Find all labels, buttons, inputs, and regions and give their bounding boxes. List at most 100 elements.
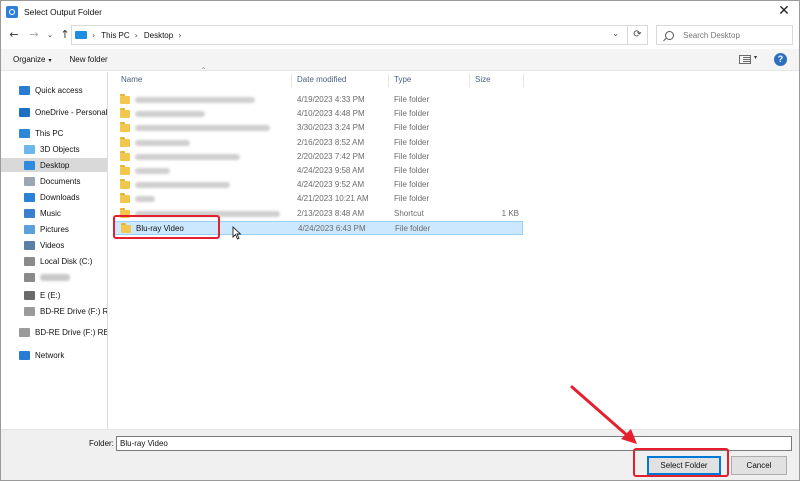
sidebar-item-label: Network <box>35 350 65 360</box>
folder-icon <box>120 94 130 104</box>
view-caret-icon[interactable]: ▾ <box>754 54 757 61</box>
sidebar-item-label: Pictures <box>40 224 69 234</box>
new-folder-button[interactable]: New folder <box>69 55 107 64</box>
sidebar-item[interactable] <box>1 270 107 284</box>
redacted-file-name <box>135 168 170 174</box>
folder-icon <box>120 150 130 161</box>
redacted-file-name <box>135 125 270 132</box>
sidebar-item-label: BD-RE Drive (F:) RESI <box>40 306 108 316</box>
breadcrumb-this-pc[interactable]: This PC <box>101 31 129 40</box>
file-row[interactable]: 4/21/2023 10:21 AM File folder <box>113 192 523 206</box>
folder-icon <box>120 122 130 133</box>
column-divider[interactable] <box>388 74 389 87</box>
back-arrow-icon[interactable]: ← <box>6 26 22 44</box>
file-type: File folder <box>395 223 431 233</box>
file-row[interactable]: 2/16/2023 8:52 AM File folder <box>113 136 523 150</box>
annotation-highlight-select-button <box>633 448 729 477</box>
view-options-icon[interactable] <box>739 55 751 64</box>
this-pc-icon <box>75 31 87 39</box>
chevron-right-icon[interactable]: › <box>135 31 138 40</box>
recent-locations-icon[interactable]: ⌄ <box>45 26 55 44</box>
file-row[interactable]: 3/30/2023 3:24 PM File folder <box>113 121 523 135</box>
file-type: File folder <box>394 151 430 161</box>
sidebar-item[interactable]: 3D Objects <box>1 142 107 156</box>
chevron-right-icon[interactable]: › <box>92 31 95 40</box>
sidebar-item-label: Videos <box>40 240 65 250</box>
sidebar-item-label: Quick access <box>35 85 83 95</box>
column-header-type[interactable]: Type <box>394 72 411 88</box>
sidebar-item[interactable]: OneDrive - Personal <box>1 105 107 119</box>
sidebar-item[interactable]: Music <box>1 206 107 220</box>
disc-icon <box>19 327 30 337</box>
sidebar-item[interactable]: Pictures <box>1 222 107 236</box>
sidebar-item[interactable]: Local Disk (C:) <box>1 254 107 268</box>
address-bar[interactable]: › This PC › Desktop › ⌄ ⟳ <box>71 25 648 45</box>
file-row[interactable]: 4/24/2023 9:52 AM File folder <box>113 178 523 192</box>
file-row[interactable]: 4/24/2023 9:58 AM File folder <box>113 164 523 178</box>
search-input[interactable] <box>683 30 783 40</box>
sidebar-item-label: Documents <box>40 176 81 186</box>
cancel-button[interactable]: Cancel <box>731 456 787 475</box>
redacted-file-name <box>135 111 205 118</box>
column-divider[interactable] <box>291 74 292 87</box>
select-output-folder-dialog: Select Output Folder ✕ ← → ⌄ ↑ › This PC… <box>0 0 800 481</box>
sidebar-item[interactable]: Downloads <box>1 190 107 204</box>
file-date-modified: 4/24/2023 9:58 AM <box>297 166 365 175</box>
file-list[interactable]: Name Date modified Type Size ^ 4/19/2023… <box>109 67 799 429</box>
search-box[interactable] <box>656 25 793 45</box>
sidebar-item[interactable]: Videos <box>1 238 107 252</box>
cube-icon <box>24 144 35 154</box>
sidebar-item[interactable]: E (E:) <box>1 288 107 302</box>
file-row[interactable]: 4/10/2023 4:48 PM File folder <box>113 107 523 121</box>
sidebar-item-label: Music <box>40 208 61 218</box>
sidebar-item-label: 3D Objects <box>40 144 80 154</box>
help-icon[interactable]: ? <box>774 53 787 66</box>
organize-button[interactable]: Organize ▾ <box>13 55 51 64</box>
title-bar: Select Output Folder ✕ <box>1 1 799 22</box>
column-divider[interactable] <box>523 74 524 87</box>
file-date-modified: 4/10/2023 4:48 PM <box>297 109 365 119</box>
pictures-icon <box>24 224 35 234</box>
sidebar-item[interactable]: BD-RE Drive (F:) RESI <box>1 304 107 318</box>
caret-down-icon: ▾ <box>48 57 52 64</box>
sidebar-item[interactable]: BD-RE Drive (F:) RESI <box>1 325 107 339</box>
folder-label: Folder: <box>89 439 114 448</box>
refresh-icon[interactable]: ⟳ <box>627 26 647 44</box>
navigation-pane[interactable]: Quick access OneDrive - Personal This PC 3D… <box>1 72 108 429</box>
breadcrumb-desktop[interactable]: Desktop <box>144 31 173 40</box>
file-row[interactable]: 2/20/2023 7:42 PM File folder <box>113 150 523 164</box>
sidebar-item[interactable]: This PC <box>1 126 107 140</box>
column-header-date-modified[interactable]: Date modified <box>297 72 346 88</box>
file-type: File folder <box>394 123 430 133</box>
folder-icon <box>120 136 130 147</box>
sidebar-item-label: OneDrive - Personal <box>35 107 108 117</box>
star-icon <box>19 85 30 95</box>
redacted-label <box>40 273 70 281</box>
chevron-down-icon[interactable]: ⌄ <box>612 29 619 38</box>
window-title: Select Output Folder <box>24 6 102 17</box>
file-date-modified: 4/19/2023 4:33 PM <box>297 95 365 104</box>
sidebar-item[interactable]: Quick access <box>1 83 107 97</box>
forward-arrow-icon[interactable]: → <box>26 26 42 44</box>
sidebar-item[interactable]: Documents <box>1 174 107 188</box>
sidebar-item-label: Desktop <box>40 160 70 170</box>
column-header-name[interactable]: Name <box>121 72 142 88</box>
file-type: File folder <box>394 109 430 119</box>
sidebar-item[interactable]: Network <box>1 348 107 362</box>
file-row[interactable]: 4/19/2023 4:33 PM File folder <box>113 93 523 107</box>
column-header-size[interactable]: Size <box>475 72 491 88</box>
music-icon <box>24 208 35 218</box>
chevron-right-icon[interactable]: › <box>178 31 181 40</box>
folder-icon <box>120 179 130 190</box>
column-divider[interactable] <box>469 74 470 87</box>
disk-icon <box>24 256 35 266</box>
sidebar-item-label: BD-RE Drive (F:) RESI <box>35 327 108 337</box>
file-type: File folder <box>394 95 430 104</box>
sidebar-item[interactable]: Desktop <box>1 158 107 172</box>
redacted-file-name <box>135 182 230 189</box>
close-icon[interactable]: ✕ <box>769 1 799 22</box>
app-icon <box>6 5 18 18</box>
sidebar-item-label: E (E:) <box>40 290 61 300</box>
folder-icon <box>120 108 130 119</box>
file-date-modified: 4/24/2023 6:43 PM <box>298 223 366 233</box>
